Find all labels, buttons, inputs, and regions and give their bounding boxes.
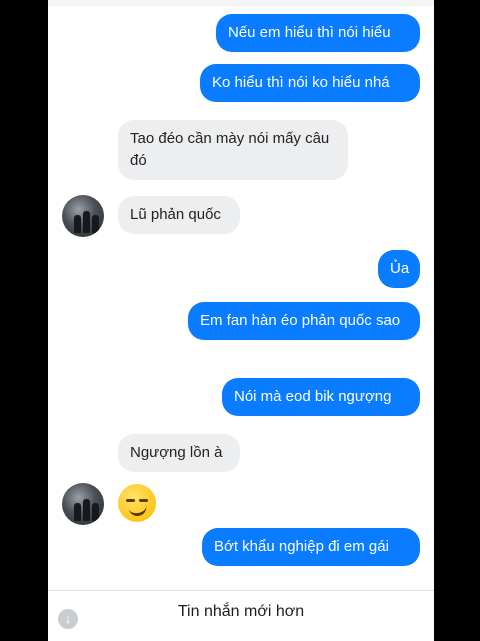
message-incoming[interactable]: Tao đéo cần mày nói mấy câu đó bbox=[118, 120, 348, 180]
newer-messages-label: Tin nhắn mới hơn bbox=[177, 603, 305, 620]
message-incoming[interactable]: Lũ phản quốc bbox=[118, 196, 240, 234]
chat-screen: Nếu em hiểu thì nói hiểu Ko hiểu thì nói… bbox=[48, 0, 434, 641]
contact-avatar[interactable] bbox=[62, 195, 104, 237]
top-strip bbox=[48, 0, 434, 6]
newer-messages-bar[interactable]: ↓ Tin nhắn mới hơn bbox=[48, 590, 434, 641]
message-incoming[interactable]: Ngượng lồn à bbox=[118, 434, 240, 472]
smirk-emoji-icon[interactable] bbox=[118, 484, 156, 522]
message-outgoing[interactable]: Ủa bbox=[378, 250, 420, 288]
message-outgoing[interactable]: Nếu em hiểu thì nói hiểu bbox=[216, 14, 420, 52]
message-outgoing[interactable]: Bớt khẩu nghiệp đi em gái bbox=[202, 528, 420, 566]
contact-avatar[interactable] bbox=[62, 483, 104, 525]
message-outgoing[interactable]: Em fan hàn éo phản quốc sao bbox=[188, 302, 420, 340]
message-outgoing[interactable]: Nói mà eod bik ngượng bbox=[222, 378, 420, 416]
message-outgoing[interactable]: Ko hiểu thì nói ko hiểu nhá bbox=[200, 64, 420, 102]
